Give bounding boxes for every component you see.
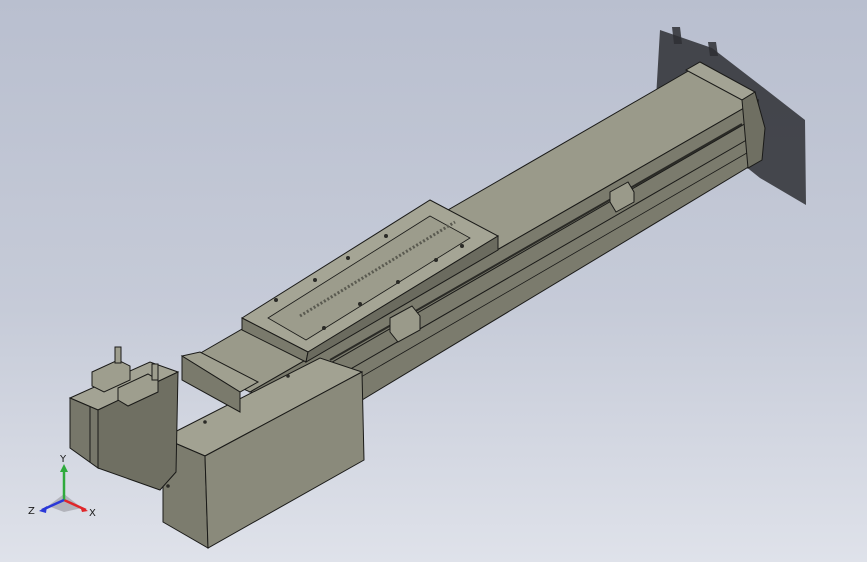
carriage-bolt-6: [358, 302, 362, 306]
carriage-bolt-5: [322, 326, 326, 330]
triad-y-label: Y: [59, 454, 67, 465]
motor-pin-1: [114, 346, 122, 364]
triad-z-arrow: [39, 506, 47, 513]
housing-screw-2: [286, 374, 290, 378]
carriage-bolt-3: [346, 256, 350, 260]
carriage-bolt-2: [313, 278, 317, 282]
triad-x-label: X: [89, 508, 96, 519]
carriage-bolt-8: [434, 258, 438, 262]
housing-screw-3: [166, 484, 170, 488]
rail-side-face: [248, 99, 761, 406]
graphics-viewport[interactable]: Y X Z: [0, 0, 867, 562]
triad-y-arrow: [60, 464, 68, 472]
housing-screw-1: [203, 420, 207, 424]
triad-z-label: Z: [28, 506, 35, 517]
carriage-bolt-9: [460, 244, 464, 248]
motor-pin-2: [151, 363, 159, 381]
carriage-bolt-7: [396, 280, 400, 284]
carriage-bolt-1: [274, 298, 278, 302]
carriage-bolt-4: [384, 234, 388, 238]
triad-graphic: Y X Z: [28, 454, 96, 519]
view-orientation-triad[interactable]: Y X Z: [26, 450, 106, 530]
linear-actuator-model[interactable]: [0, 0, 867, 562]
triad-x-arrow: [80, 506, 88, 512]
